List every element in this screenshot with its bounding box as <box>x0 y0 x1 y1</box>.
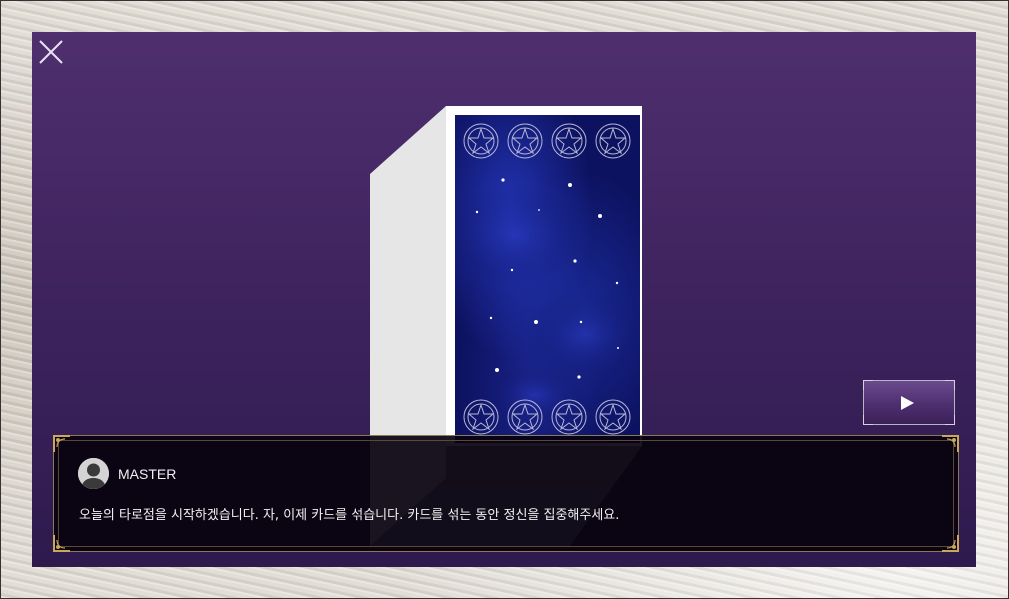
speaker-name: MASTER <box>118 466 177 482</box>
play-icon <box>901 396 914 410</box>
button-corner-ornament <box>863 415 873 425</box>
dialog-box: MASTER 오늘의 타로점을 시작하겠습니다. 자, 이제 카드를 섞습니다.… <box>53 435 959 552</box>
close-button[interactable] <box>37 38 65 66</box>
dialog-message: 오늘의 타로점을 시작하겠습니다. 자, 이제 카드를 섞습니다. 카드를 섞는… <box>79 508 620 523</box>
next-button[interactable] <box>863 380 955 425</box>
gold-corner-ornament <box>942 535 959 552</box>
close-icon <box>39 40 63 64</box>
button-corner-ornament <box>863 380 873 390</box>
user-silhouette-icon <box>78 458 109 489</box>
speaker-avatar <box>78 458 109 489</box>
tarot-stage: MASTER 오늘의 타로점을 시작하겠습니다. 자, 이제 카드를 섞습니다.… <box>32 32 976 567</box>
gold-corner-ornament <box>942 435 959 452</box>
gold-corner-ornament <box>53 435 70 452</box>
button-corner-ornament <box>945 380 955 390</box>
gold-corner-ornament <box>53 535 70 552</box>
card-back[interactable] <box>446 106 642 446</box>
button-corner-ornament <box>945 415 955 425</box>
dialog-inner-border <box>58 440 954 547</box>
card-back-artwork <box>455 115 640 443</box>
